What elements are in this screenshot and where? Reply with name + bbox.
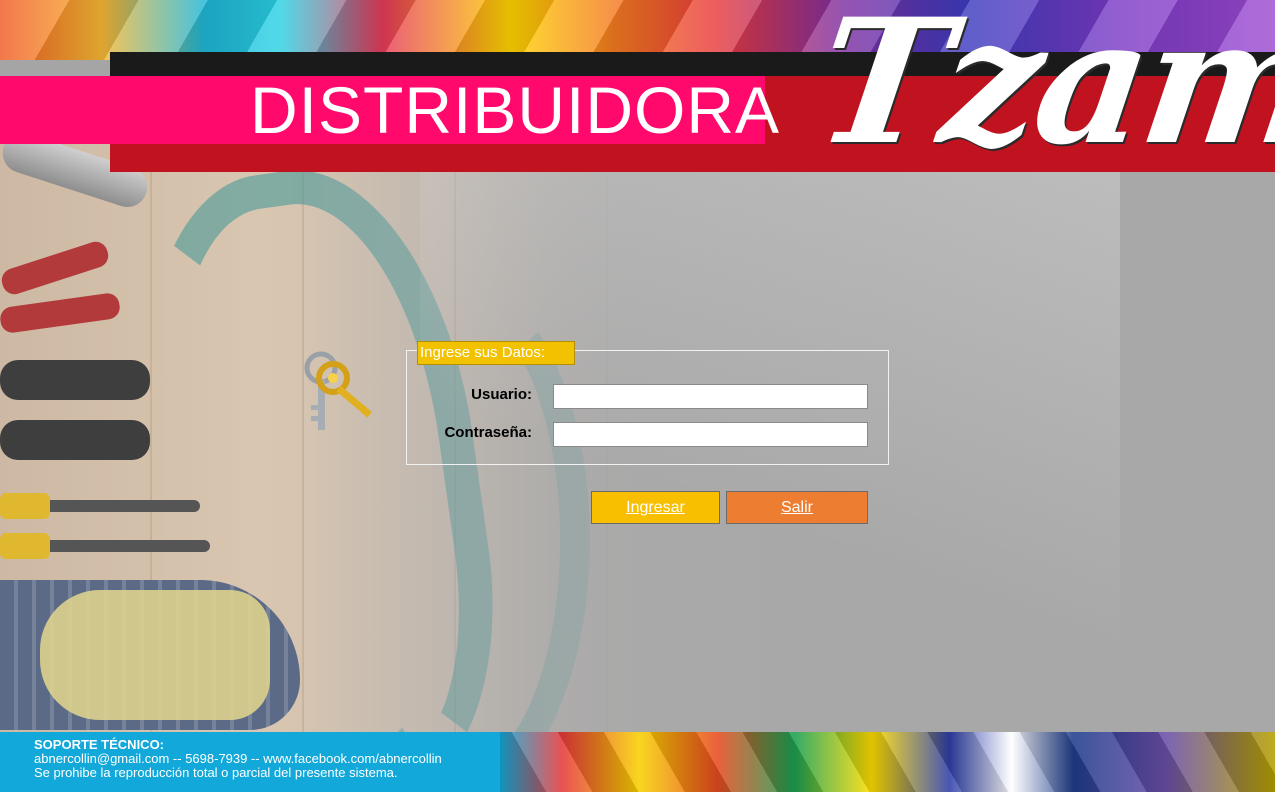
support-title: SOPORTE TÉCNICO: [34,737,165,752]
footer-triangle-shading [500,732,1275,792]
company-word: DISTRIBUIDORA [250,73,781,147]
password-input[interactable] [553,422,868,447]
support-info: SOPORTE TÉCNICO: abnercollin@gmail.com -… [34,738,442,780]
password-label: Contraseña: [444,424,532,441]
copyright-notice: Se prohibe la reproducción total o parci… [34,765,398,780]
support-contact: abnercollin@gmail.com -- 5698-7939 -- ww… [34,751,442,766]
brand-logo-text: Tzamay [805,0,1275,178]
screwdriver-handle [0,493,50,519]
nippers-image [0,420,150,460]
keys-icon [304,351,372,430]
footer: SOPORTE TÉCNICO: abnercollin@gmail.com -… [0,732,1275,792]
screwdriver-handle [0,533,50,559]
username-label: Usuario: [471,386,532,403]
login-group-legend: Ingrese sus Datos: [417,341,575,365]
exit-button[interactable]: Salir [726,491,868,524]
header-banner: DISTRIBUIDORA Tzamay [0,0,1275,178]
login-button[interactable]: Ingresar [591,491,720,524]
username-input[interactable] [553,384,868,409]
glove-cuff [40,590,270,720]
nippers-image [0,360,150,400]
